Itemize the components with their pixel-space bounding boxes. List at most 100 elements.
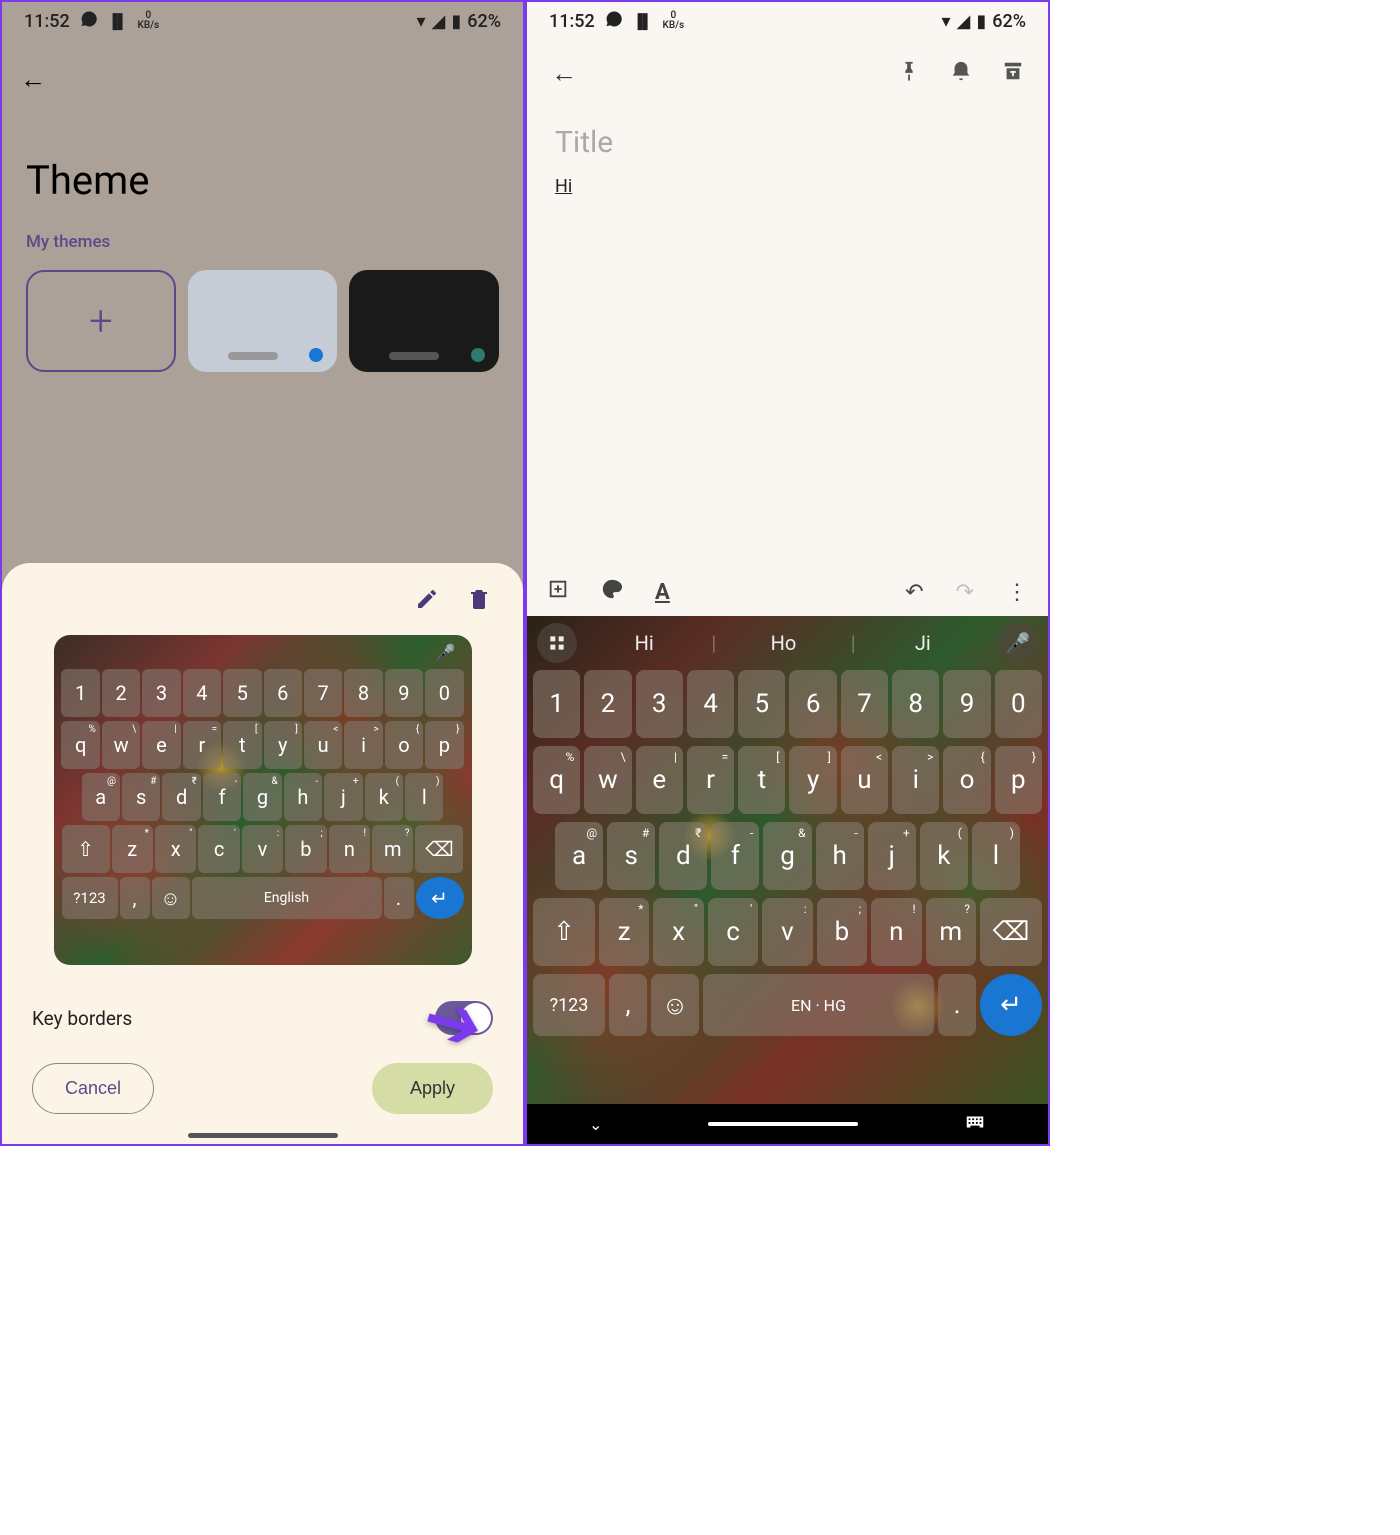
key-3[interactable]: 3 (142, 669, 180, 717)
chevron-down-icon[interactable]: ⌄ (589, 1115, 602, 1134)
key-r[interactable]: r= (183, 721, 221, 769)
key-5[interactable]: 5 (223, 669, 261, 717)
key-i[interactable]: i> (892, 746, 939, 814)
key-d[interactable]: d₹ (162, 773, 200, 821)
more-icon[interactable]: ⋮ (1006, 580, 1028, 605)
apps-icon[interactable] (537, 623, 577, 663)
add-box-icon[interactable] (547, 578, 569, 606)
key-e[interactable]: e| (142, 721, 180, 769)
key-9[interactable]: 9 (385, 669, 423, 717)
title-field[interactable]: Title (555, 125, 1020, 160)
key-a[interactable]: a@ (82, 773, 120, 821)
key-g[interactable]: g& (243, 773, 281, 821)
home-indicator[interactable] (708, 1122, 858, 1126)
key-u[interactable]: u< (841, 746, 888, 814)
key-v[interactable]: v: (762, 898, 812, 966)
add-theme-button[interactable]: + (26, 270, 176, 372)
note-body[interactable]: Hi (555, 176, 1020, 197)
text-format-icon[interactable]: A (655, 580, 670, 605)
key-1[interactable]: 1 (61, 669, 99, 717)
key-n[interactable]: n! (329, 825, 370, 873)
theme-light[interactable] (188, 270, 338, 372)
key-m[interactable]: m? (926, 898, 976, 966)
key-l[interactable]: l) (405, 773, 443, 821)
key-k[interactable]: k( (920, 822, 968, 890)
key-p[interactable]: p} (995, 746, 1042, 814)
suggestion-1[interactable]: Hi (577, 631, 711, 655)
palette-icon[interactable] (601, 578, 623, 606)
enter-key[interactable]: ↵ (416, 877, 464, 919)
key-s[interactable]: s# (122, 773, 160, 821)
edit-icon[interactable] (415, 587, 439, 617)
home-indicator[interactable] (188, 1133, 338, 1138)
symbols-key[interactable]: ?123 (62, 877, 118, 919)
undo-icon[interactable]: ↶ (905, 580, 923, 605)
period-key[interactable]: . (384, 877, 414, 919)
key-c[interactable]: c' (198, 825, 239, 873)
key-7[interactable]: 7 (304, 669, 342, 717)
period-key[interactable]: . (938, 974, 976, 1036)
key-0[interactable]: 0 (425, 669, 463, 717)
key-z[interactable]: z* (599, 898, 649, 966)
key-e[interactable]: e| (636, 746, 683, 814)
backspace-key[interactable]: ⌫ (415, 825, 463, 873)
key-o[interactable]: o{ (385, 721, 423, 769)
key-q[interactable]: q% (61, 721, 99, 769)
key-z[interactable]: z* (112, 825, 153, 873)
key-q[interactable]: q% (533, 746, 580, 814)
cancel-button[interactable]: Cancel (32, 1063, 154, 1114)
suggestion-2[interactable]: Ho (716, 631, 850, 655)
suggestion-3[interactable]: Ji (856, 631, 990, 655)
key-1[interactable]: 1 (533, 670, 580, 738)
key-n[interactable]: n! (871, 898, 921, 966)
back-button[interactable]: ← (551, 58, 577, 89)
enter-key[interactable]: ↵ (980, 974, 1042, 1036)
emoji-key[interactable]: ☺ (152, 877, 190, 919)
key-b[interactable]: b; (817, 898, 867, 966)
key-c[interactable]: c' (708, 898, 758, 966)
key-s[interactable]: s# (607, 822, 655, 890)
reminder-icon[interactable] (950, 60, 972, 88)
key-f[interactable]: f- (203, 773, 241, 821)
symbols-key[interactable]: ?123 (533, 974, 605, 1036)
key-f[interactable]: f- (711, 822, 759, 890)
comma-key[interactable]: , (609, 974, 647, 1036)
pin-icon[interactable] (898, 60, 920, 88)
key-a[interactable]: a@ (555, 822, 603, 890)
key-b[interactable]: b; (285, 825, 326, 873)
key-h[interactable]: h- (816, 822, 864, 890)
key-j[interactable]: j+ (324, 773, 362, 821)
key-7[interactable]: 7 (841, 670, 888, 738)
key-y[interactable]: y] (264, 721, 302, 769)
key-v[interactable]: v: (242, 825, 283, 873)
key-borders-toggle[interactable] (435, 1001, 493, 1035)
key-5[interactable]: 5 (738, 670, 785, 738)
key-r[interactable]: r= (687, 746, 734, 814)
key-3[interactable]: 3 (636, 670, 683, 738)
key-6[interactable]: 6 (789, 670, 836, 738)
key-i[interactable]: i> (344, 721, 382, 769)
key-x[interactable]: x" (155, 825, 196, 873)
key-p[interactable]: p} (425, 721, 463, 769)
key-8[interactable]: 8 (344, 669, 382, 717)
key-g[interactable]: g& (763, 822, 811, 890)
comma-key[interactable]: , (120, 877, 150, 919)
back-button[interactable]: ← (2, 40, 523, 119)
archive-icon[interactable] (1002, 60, 1024, 88)
delete-icon[interactable] (467, 587, 491, 617)
key-9[interactable]: 9 (943, 670, 990, 738)
key-4[interactable]: 4 (183, 669, 221, 717)
key-x[interactable]: x" (653, 898, 703, 966)
key-0[interactable]: 0 (995, 670, 1042, 738)
key-t[interactable]: t[ (223, 721, 261, 769)
key-w[interactable]: w\ (584, 746, 631, 814)
space-key[interactable]: EN · HG (703, 974, 934, 1036)
key-y[interactable]: y] (789, 746, 836, 814)
redo-icon[interactable]: ↷ (956, 580, 974, 605)
space-key[interactable]: English (192, 877, 382, 919)
note-editor[interactable]: Title Hi (527, 107, 1048, 215)
emoji-key[interactable]: ☺ (651, 974, 699, 1036)
backspace-key[interactable]: ⌫ (980, 898, 1042, 966)
key-d[interactable]: d₹ (659, 822, 707, 890)
key-2[interactable]: 2 (102, 669, 140, 717)
